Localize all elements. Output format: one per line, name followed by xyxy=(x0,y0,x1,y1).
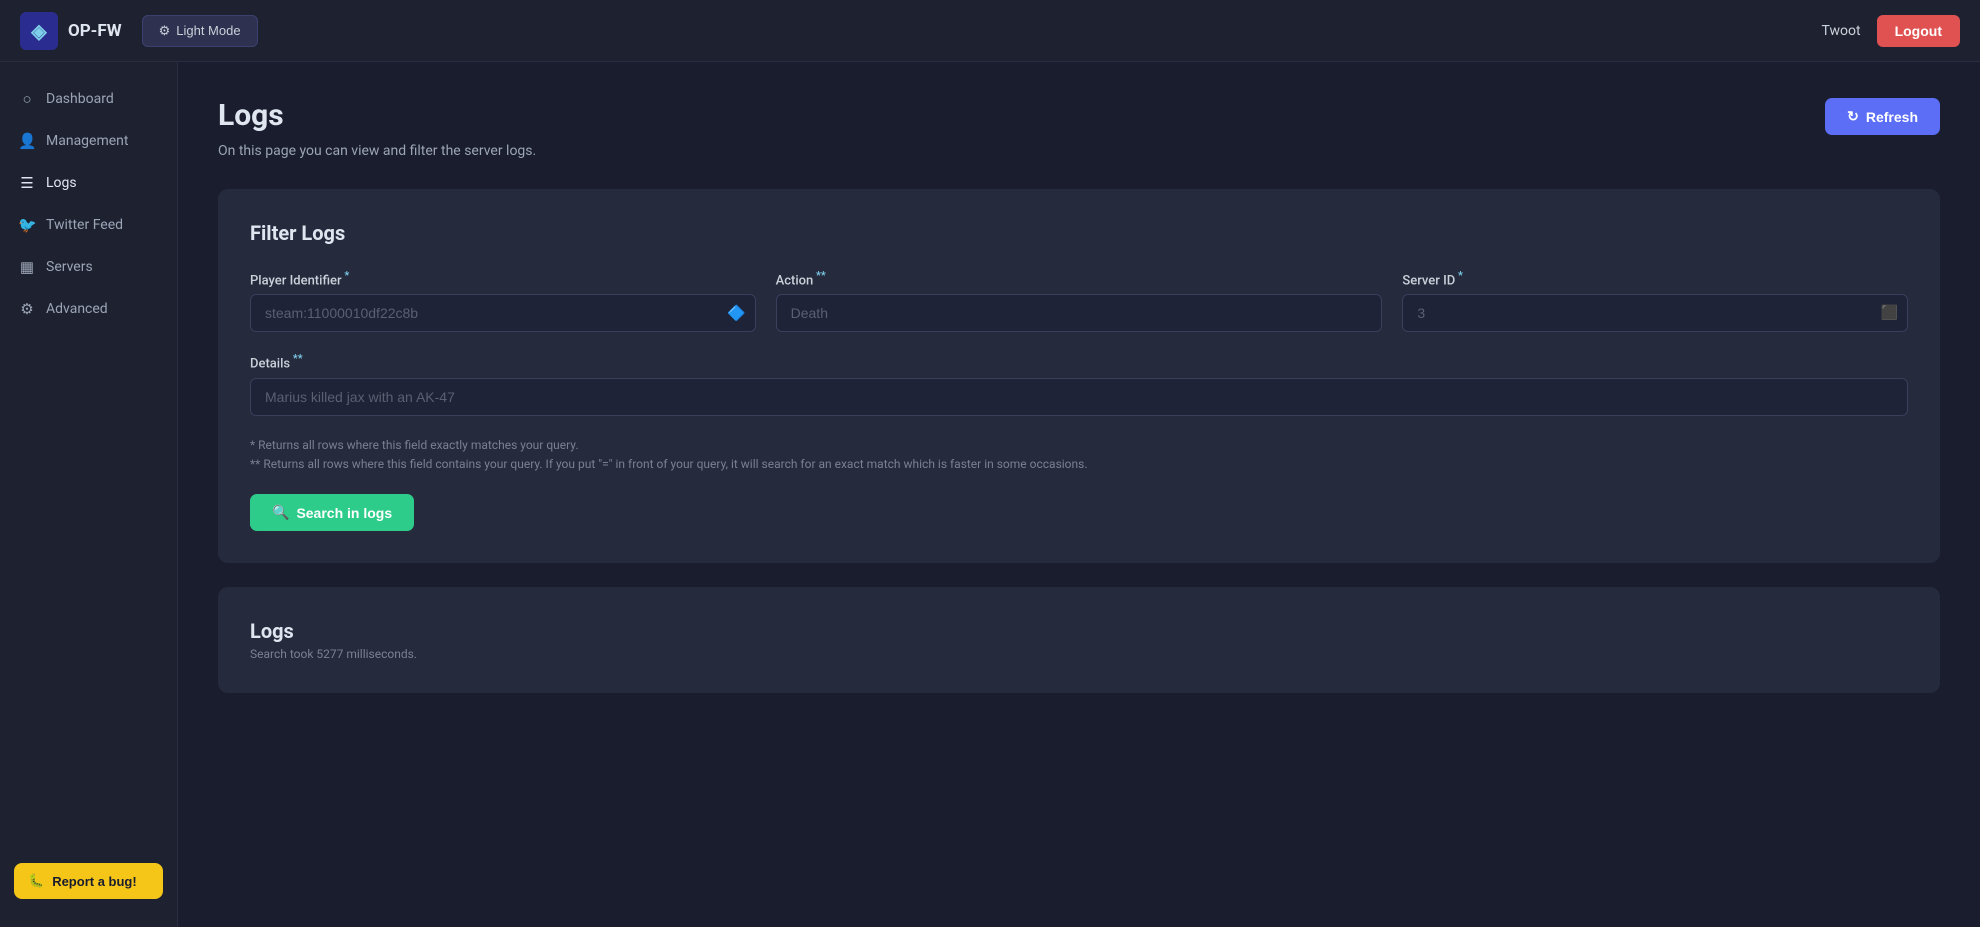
sidebar-item-logs[interactable]: ☰ Logs xyxy=(0,162,177,204)
refresh-label: Refresh xyxy=(1866,109,1918,125)
management-icon: 👤 xyxy=(18,132,36,150)
player-input-wrap: 🔷 xyxy=(250,294,756,332)
search-button[interactable]: 🔍 Search in logs xyxy=(250,494,414,531)
light-mode-button[interactable]: ⚙ Light Mode xyxy=(142,15,258,47)
logout-button[interactable]: Logout xyxy=(1877,15,1960,47)
details-label-marker: ** xyxy=(290,352,303,365)
player-label: Player Identifier * xyxy=(250,269,756,288)
report-bug-label: Report a bug! xyxy=(52,874,137,889)
refresh-button[interactable]: ↻ Refresh xyxy=(1825,98,1940,135)
action-label-marker: ** xyxy=(813,269,826,282)
sidebar-item-label: Logs xyxy=(46,175,77,191)
filter-row-2: Details ** xyxy=(250,352,1908,415)
report-bug-button[interactable]: 🐛 Report a bug! xyxy=(14,863,163,899)
topnav-user: Twoot xyxy=(1822,23,1861,39)
details-group: Details ** xyxy=(250,352,1908,415)
logo-icon: ◈ xyxy=(20,12,58,50)
sidebar-item-label: Servers xyxy=(46,259,93,275)
logs-result-title: Logs xyxy=(250,619,1908,643)
topnav-right: Twoot Logout xyxy=(1822,15,1960,47)
servers-icon: ▦ xyxy=(18,258,36,276)
sidebar-item-management[interactable]: 👤 Management xyxy=(0,120,177,162)
app-name: OP-FW xyxy=(68,21,122,41)
sidebar-item-label: Advanced xyxy=(46,301,108,317)
filter-note-1: * Returns all rows where this field exac… xyxy=(250,436,1908,455)
page-subtitle: On this page you can view and filter the… xyxy=(218,143,1940,159)
main-content: Logs ↻ Refresh On this page you can view… xyxy=(178,62,1980,927)
sidebar: ○ Dashboard 👤 Management ☰ Logs 🐦 Twitte… xyxy=(0,62,178,927)
app-logo[interactable]: ◈ OP-FW xyxy=(20,12,122,50)
server-id-input[interactable] xyxy=(1402,294,1908,332)
sidebar-item-label: Twitter Feed xyxy=(46,217,123,233)
layout: ○ Dashboard 👤 Management ☰ Logs 🐦 Twitte… xyxy=(0,62,1980,927)
gear-icon: ⚙ xyxy=(159,23,171,39)
player-identifier-input[interactable] xyxy=(250,294,756,332)
page-header: Logs ↻ Refresh xyxy=(218,98,1940,135)
server-group: Server ID * ⬛ xyxy=(1402,269,1908,332)
details-input[interactable] xyxy=(250,378,1908,416)
sidebar-item-servers[interactable]: ▦ Servers xyxy=(0,246,177,288)
filter-note-2: ** Returns all rows where this field con… xyxy=(250,455,1908,474)
sidebar-item-twitter[interactable]: 🐦 Twitter Feed xyxy=(0,204,177,246)
page-title: Logs xyxy=(218,98,284,133)
logs-result-subtitle: Search took 5277 milliseconds. xyxy=(250,647,1908,661)
filter-notes: * Returns all rows where this field exac… xyxy=(250,436,1908,474)
sidebar-item-advanced[interactable]: ⚙ Advanced xyxy=(0,288,177,330)
sidebar-item-label: Dashboard xyxy=(46,91,114,107)
filter-row-1: Player Identifier * 🔷 Action ** Serve xyxy=(250,269,1908,332)
action-input[interactable] xyxy=(776,294,1383,332)
light-mode-label: Light Mode xyxy=(176,23,240,38)
sidebar-item-label: Management xyxy=(46,133,128,149)
filter-card-title: Filter Logs xyxy=(250,221,1908,245)
details-label: Details ** xyxy=(250,352,1908,371)
action-label: Action ** xyxy=(776,269,1383,288)
refresh-icon: ↻ xyxy=(1847,108,1859,125)
bug-icon: 🐛 xyxy=(28,873,44,889)
sidebar-spacer xyxy=(0,330,177,851)
logs-result-card: Logs Search took 5277 milliseconds. xyxy=(218,587,1940,693)
logs-icon: ☰ xyxy=(18,174,36,192)
player-group: Player Identifier * 🔷 xyxy=(250,269,756,332)
server-input-wrap: ⬛ xyxy=(1402,294,1908,332)
player-label-marker: * xyxy=(342,269,350,282)
action-group: Action ** xyxy=(776,269,1383,332)
sidebar-item-dashboard[interactable]: ○ Dashboard xyxy=(0,78,177,120)
search-label: Search in logs xyxy=(296,505,392,521)
server-label: Server ID * xyxy=(1402,269,1908,288)
twitter-icon: 🐦 xyxy=(18,216,36,234)
server-label-marker: * xyxy=(1455,269,1463,282)
dashboard-icon: ○ xyxy=(18,90,36,108)
advanced-icon: ⚙ xyxy=(18,300,36,318)
search-icon: 🔍 xyxy=(272,504,289,521)
topnav: ◈ OP-FW ⚙ Light Mode Twoot Logout xyxy=(0,0,1980,62)
filter-card: Filter Logs Player Identifier * 🔷 Action… xyxy=(218,189,1940,563)
